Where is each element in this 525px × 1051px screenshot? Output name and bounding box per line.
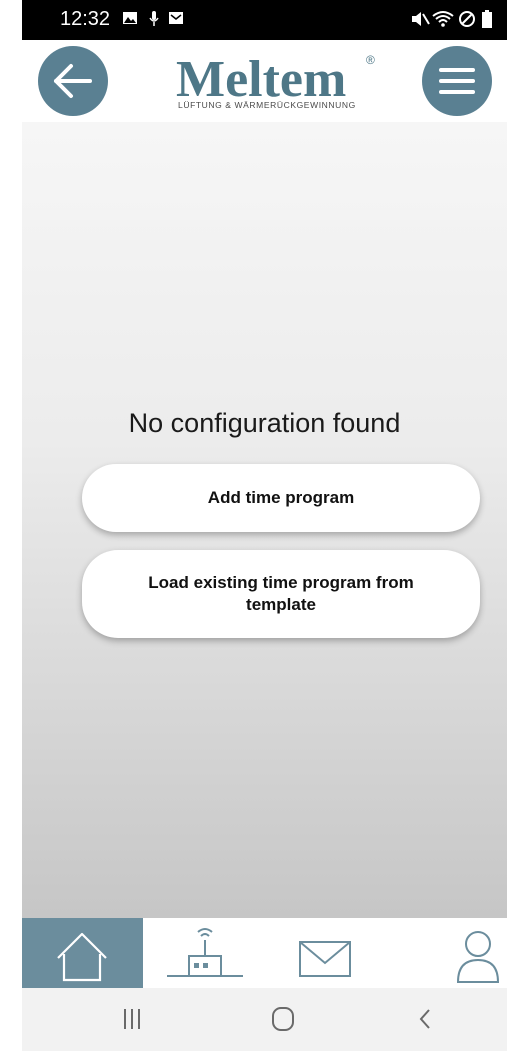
mute-icon: [412, 12, 430, 26]
bottom-tab-bar: [22, 918, 507, 988]
message-icon: [169, 12, 183, 24]
mail-icon: [299, 941, 351, 977]
android-nav-bar: [22, 988, 507, 1051]
status-time: 12:32: [60, 8, 111, 30]
home-icon: [57, 932, 107, 982]
load-template-button[interactable]: Load existing time program from template: [82, 550, 480, 638]
hamburger-menu-icon: [439, 68, 475, 94]
main-content: No configuration found Add time program …: [22, 122, 507, 918]
svg-text:®: ®: [366, 53, 375, 67]
logo-subtitle: LÜFTUNG & WÄRMERÜCKGEWINNUNG: [178, 100, 356, 110]
empty-state-message: No configuration found: [128, 408, 401, 438]
battery-icon: [482, 10, 492, 28]
add-time-program-label: Add time program: [207, 488, 355, 507]
add-time-program-button[interactable]: Add time program: [82, 464, 480, 532]
microphone-icon: [149, 11, 159, 26]
back-nav-icon[interactable]: [416, 1004, 434, 1034]
gallery-icon: [123, 12, 137, 24]
svg-text:Meltem: Meltem: [176, 51, 346, 102]
no-signal-icon: [459, 11, 475, 27]
user-icon: [456, 931, 500, 983]
tab-profile[interactable]: [385, 918, 506, 988]
menu-button[interactable]: [422, 46, 492, 116]
home-nav-icon[interactable]: [270, 1004, 296, 1034]
tab-home[interactable]: [22, 918, 143, 988]
app-header: Meltem ® LÜFTUNG & WÄRMERÜCKGEWINNUNG: [22, 40, 507, 122]
phone-screen: 12:32 Meltem ® LÜFTUNG & WÄRMERÜCKGEWINN…: [22, 0, 507, 1051]
logo-wordmark: Meltem ®: [176, 51, 375, 108]
tab-messages[interactable]: [264, 918, 385, 988]
status-bar: 12:32: [22, 0, 507, 40]
meltem-logo: Meltem ® LÜFTUNG & WÄRMERÜCKGEWINNUNG: [170, 50, 386, 122]
arrow-left-icon: [54, 64, 92, 98]
wifi-icon: [432, 11, 454, 27]
router-icon: [167, 928, 243, 977]
tab-device[interactable]: [143, 918, 264, 988]
recent-apps-icon[interactable]: [120, 1004, 144, 1034]
back-button[interactable]: [38, 46, 108, 116]
load-template-label: Load existing time program from template: [148, 573, 414, 614]
